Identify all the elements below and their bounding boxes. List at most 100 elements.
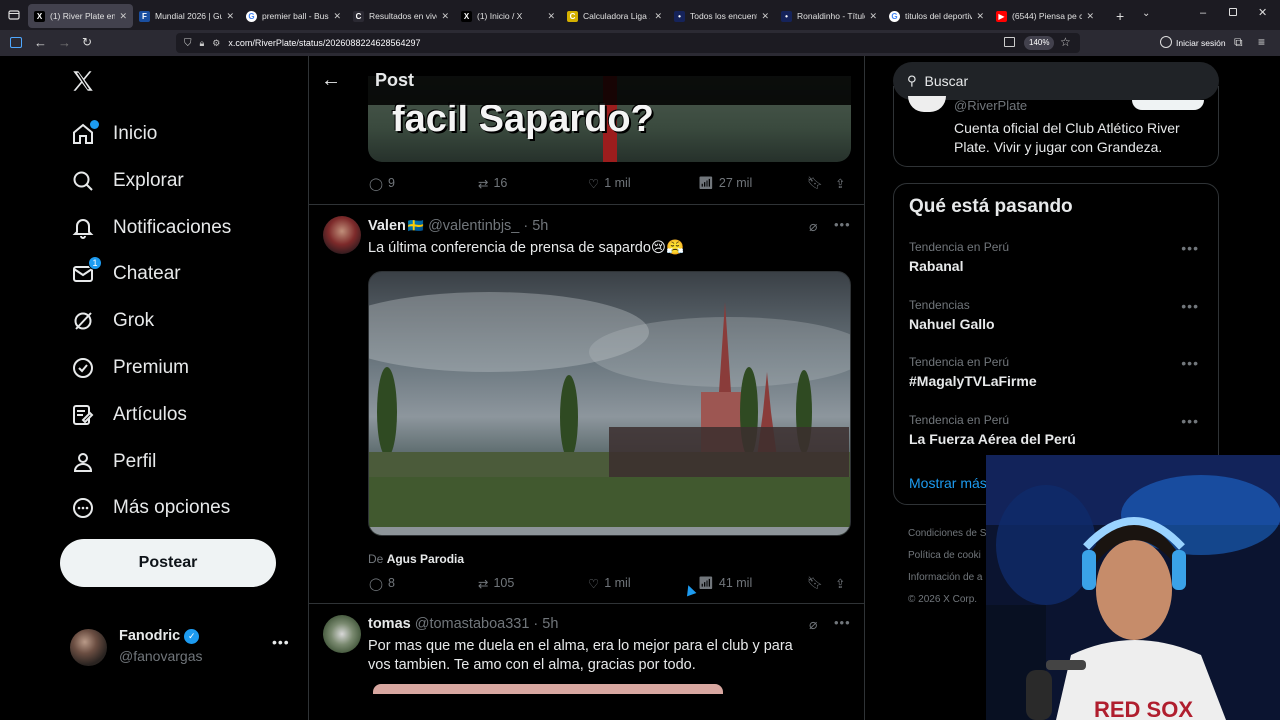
tab-close-icon[interactable]: ✕ — [441, 11, 449, 22]
footer-link[interactable]: © 2026 X Corp. — [908, 594, 977, 605]
footer-link[interactable]: Información de a — [908, 572, 983, 583]
sidebar-item-premium[interactable]: Premium — [70, 348, 189, 388]
zoom-level[interactable]: 140% — [1024, 36, 1055, 50]
sidebar-item-inicio[interactable]: Inicio — [70, 114, 157, 154]
sidebar-item-chatear[interactable]: 1 Chatear — [70, 254, 181, 294]
tweet-author-handle[interactable]: @tomastaboa331 — [415, 616, 530, 632]
trend-more-icon[interactable]: ••• — [1181, 240, 1199, 256]
account-more-icon[interactable]: ••• — [272, 634, 290, 650]
trend-more-icon[interactable]: ••• — [1181, 413, 1199, 429]
tweet-time[interactable]: · 5h — [523, 218, 548, 234]
sidebar-item-artículos[interactable]: Artículos — [70, 395, 187, 435]
tweet-author-handle[interactable]: @valentinbjs_ — [428, 218, 519, 234]
tab-close-icon[interactable]: ✕ — [1086, 11, 1094, 22]
trend-item[interactable]: Tendencia en Perú La Fuerza Aérea del Per… — [909, 413, 1209, 447]
account-icon[interactable] — [1160, 36, 1172, 48]
tab-close-icon[interactable]: ✕ — [547, 11, 555, 22]
browser-tab[interactable]: X (1) River Plate en X✕ — [28, 4, 133, 28]
footer-link[interactable]: Condiciones de S — [908, 528, 986, 539]
tab-close-icon[interactable]: ✕ — [654, 11, 662, 22]
sidebar-item-perfil[interactable]: Perfil — [70, 442, 156, 482]
tab-close-icon[interactable]: ✕ — [226, 11, 234, 22]
tweet-author-name[interactable]: tomas — [368, 616, 411, 632]
browser-tab[interactable]: C Resultados en vivo ✕ — [347, 4, 455, 28]
tab-close-icon[interactable]: ✕ — [333, 11, 341, 22]
extensions-icon[interactable]: ⧉ — [1234, 35, 1243, 50]
repost-icon: ⇄ — [478, 576, 489, 591]
show-more-link[interactable]: Mostrar más — [909, 475, 987, 491]
tweet-more-icon[interactable]: ••• — [834, 217, 851, 232]
url-bar[interactable]: ⛉ 🔒︎ ⚙︎ x.com/RiverPlate/status/20260882… — [176, 33, 1080, 53]
profile-avatar[interactable] — [908, 96, 946, 112]
grok-icon[interactable]: ⌀ — [809, 218, 817, 235]
tweet-avatar[interactable] — [323, 615, 361, 653]
sidebar-item-notificaciones[interactable]: Notificaciones — [70, 208, 231, 248]
back-icon[interactable]: ← — [34, 35, 47, 50]
trend-more-icon[interactable]: ••• — [1181, 298, 1199, 314]
browser-tab[interactable]: ▶ (6544) Piensa pe ch ✕ — [990, 4, 1100, 28]
browser-tab[interactable]: X (1) Inicio / X ✕ — [455, 4, 561, 28]
browser-tab[interactable]: C Calculadora Liga 1 ✕ — [561, 4, 668, 28]
views-action[interactable]: 📶︎ 27 mil — [698, 176, 752, 191]
follow-button[interactable] — [1132, 100, 1204, 110]
tab-favicon-icon: • — [781, 10, 792, 22]
browser-tab[interactable]: Gtitulos del deportivo ✕ — [883, 4, 990, 28]
bookmark-icon[interactable]: 🔖︎ — [807, 576, 823, 591]
grok-icon[interactable]: ⌀ — [809, 616, 817, 633]
x-logo-icon[interactable] — [70, 68, 96, 94]
account-switcher[interactable]: Fanodric ✓ @fanovargas ••• — [70, 626, 292, 668]
tweet-video[interactable] — [368, 271, 851, 536]
browser-tab[interactable]: F Mundial 2026 | Guía✕ — [133, 4, 240, 28]
share-icon[interactable]: ⇪ — [835, 576, 845, 591]
browser-tab[interactable]: Gpremier ball - Buscar ✕ — [240, 4, 347, 28]
trend-item[interactable]: Tendencia en Perú #MagalyTVLaFirme ••• — [909, 355, 1209, 389]
post-button[interactable]: Postear — [60, 539, 276, 587]
restore-icon[interactable] — [1229, 8, 1237, 16]
trend-item[interactable]: Tendencias Nahuel Gallo ••• — [909, 298, 1209, 332]
trend-item[interactable]: Tendencia en Perú Rabanal ••• — [909, 240, 1209, 274]
sidebar-toggle-icon[interactable] — [10, 37, 22, 48]
tweet-media-peek[interactable] — [373, 684, 723, 694]
reader-view-icon[interactable] — [1004, 37, 1015, 47]
forward-icon[interactable]: → — [58, 35, 71, 50]
tab-close-icon[interactable]: ✕ — [761, 11, 769, 22]
sidebar-item-grok[interactable]: Grok — [70, 301, 154, 341]
views-action[interactable]: 📶︎ 41 mil — [698, 576, 752, 591]
profile-handle[interactable]: @RiverPlate — [954, 98, 1027, 113]
menu-icon[interactable]: ≡ — [1258, 35, 1265, 49]
like-action[interactable]: ♡ 1 mil — [588, 576, 631, 591]
close-window-icon[interactable]: ✕ — [1258, 6, 1267, 19]
tab-close-icon[interactable]: ✕ — [119, 11, 127, 22]
reply-action[interactable]: ◯ 9 — [369, 176, 395, 191]
tweet-more-icon[interactable]: ••• — [834, 615, 851, 630]
sidebar-item-explorar[interactable]: Explorar — [70, 161, 184, 201]
bookmark-icon[interactable]: 🔖︎ — [807, 176, 823, 191]
reply-action[interactable]: ◯ 8 — [369, 576, 395, 591]
share-icon[interactable]: ⇪ — [835, 176, 845, 191]
signin-label[interactable]: Iniciar sesión — [1176, 38, 1226, 48]
reply-tweet[interactable]: tomas @tomastaboa331 · 5h ⌀ ••• Por mas … — [309, 604, 864, 720]
minimize-icon[interactable]: – — [1200, 7, 1206, 19]
browser-tab[interactable]: • Ronaldinho - Títulos ✕ — [775, 4, 883, 28]
tab-close-icon[interactable]: ✕ — [976, 11, 984, 22]
sidebar-item-más-opciones[interactable]: Más opciones — [70, 488, 230, 528]
new-tab-icon[interactable]: + — [1116, 8, 1124, 24]
trend-more-icon[interactable]: ••• — [1181, 355, 1199, 371]
repost-action[interactable]: ⇄ 16 — [478, 176, 507, 191]
reply-tweet[interactable]: Valen 🇸🇪 @valentinbjs_ · 5h ⌀ ••• La últ… — [309, 205, 864, 603]
like-action[interactable]: ♡ 1 mil — [588, 176, 631, 191]
bookmark-star-icon[interactable]: ☆ — [1060, 35, 1071, 49]
tweet-author-name[interactable]: Valen — [368, 218, 406, 234]
attribution-name[interactable]: Agus Parodia — [387, 552, 464, 566]
back-arrow-icon[interactable]: ← — [321, 69, 369, 92]
tweet-avatar[interactable] — [323, 216, 361, 254]
views-icon: 📶︎ — [698, 575, 714, 590]
repost-action[interactable]: ⇄ 105 — [478, 576, 514, 591]
tweet-time[interactable]: · 5h — [533, 616, 558, 632]
footer-link[interactable]: Política de cooki — [908, 550, 981, 561]
tab-overflow-icon[interactable]: ⌄ — [1142, 8, 1150, 19]
browser-tab[interactable]: • Todos los encuentros✕ — [668, 4, 775, 28]
reload-icon[interactable]: ↻ — [82, 35, 92, 49]
tab-close-icon[interactable]: ✕ — [869, 11, 877, 22]
tab-list-icon[interactable] — [0, 0, 28, 30]
